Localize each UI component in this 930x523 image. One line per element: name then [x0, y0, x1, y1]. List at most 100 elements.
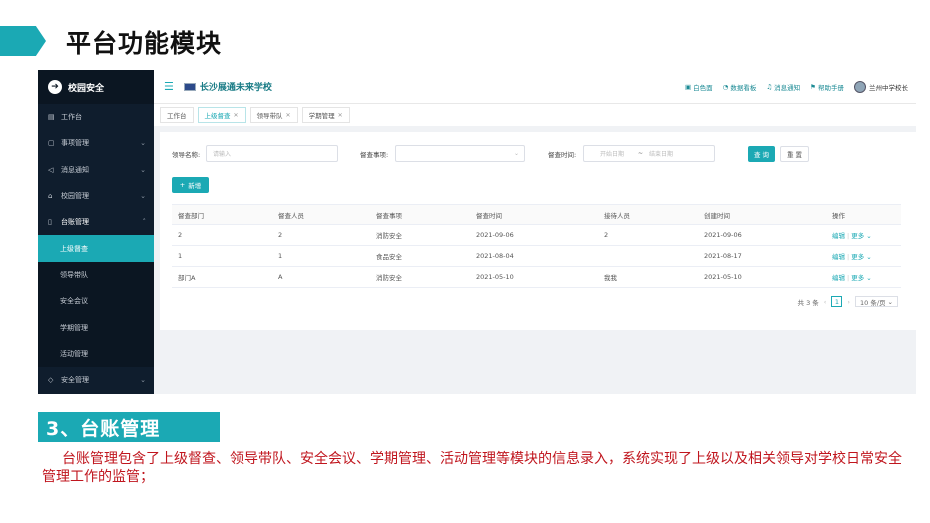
sidebar-item-matters[interactable]: ▢ 事项管理 ⌄	[38, 130, 154, 156]
school-name-text: 长沙展通未来学校	[199, 83, 272, 93]
tab-inspection[interactable]: 上级督查 ✕	[197, 107, 246, 123]
sidebar-item-workbench[interactable]: ▤ 工作台	[38, 104, 154, 130]
table-cell: 部门A	[172, 266, 272, 288]
query-button[interactable]: 查 询	[748, 146, 775, 162]
section-title: 3、台账管理	[38, 412, 220, 442]
table-cell: 2021-08-17	[698, 245, 826, 267]
close-icon[interactable]: ✕	[338, 112, 343, 119]
reset-button[interactable]: 重 置	[780, 146, 809, 162]
table-cell	[598, 245, 698, 267]
pagination: 共 3 条 ‹ 1 › 10 条/页 ⌄	[798, 296, 898, 307]
edit-link[interactable]: 编辑	[832, 253, 845, 261]
table-cell: A	[272, 266, 370, 288]
notify-label: 消息通知	[774, 84, 801, 92]
notify-link[interactable]: ♫ 消息通知	[766, 82, 800, 92]
inspection-table: 督查部门 督查人员 督查事项 督查时间 接待人员 创建时间 操作 2 2 消防安…	[172, 204, 901, 288]
add-button[interactable]: + 新增	[172, 177, 209, 193]
sidebar-item-label: 安全管理	[61, 376, 89, 385]
page-number[interactable]: 1	[831, 296, 843, 307]
content-panel: 领导名称: 请输入 督查事项: ⌄ 督查时间: 开始日期 ~ 结束日期 查 询 …	[160, 132, 916, 330]
close-icon[interactable]: ✕	[286, 112, 291, 119]
chevron-down-icon: ⌄	[887, 297, 893, 306]
chevron-down-icon: ⌄	[864, 232, 872, 240]
table-cell: 2021-08-04	[470, 245, 598, 267]
date-range-picker[interactable]: 开始日期 ~ 结束日期	[583, 145, 715, 162]
edit-link[interactable]: 编辑	[832, 274, 845, 282]
tab-label: 领导带队	[256, 112, 283, 120]
tab-workbench[interactable]: 工作台	[160, 107, 194, 123]
sidebar-subitem-inspection[interactable]: 上级督查	[38, 235, 154, 262]
brand[interactable]: ➔ 校园安全	[38, 70, 154, 104]
sidebar-item-notify[interactable]: ◁ 消息通知 ⌄	[38, 157, 154, 183]
tab-leader[interactable]: 领导带队 ✕	[249, 107, 298, 123]
sidebar-subitem-activity[interactable]: 活动管理	[38, 340, 154, 367]
time-label: 督查时间:	[548, 151, 577, 159]
close-icon[interactable]: ✕	[234, 112, 239, 119]
section-description: 台账管理包含了上级督查、领导带队、安全会议、学期管理、活动管理等模块的信息录入，…	[42, 451, 902, 485]
edit-link[interactable]: 编辑	[832, 232, 845, 240]
whiteboard-link[interactable]: ▣ 白色面	[685, 82, 713, 92]
calendar-icon: ▢	[48, 139, 55, 148]
tab-semester[interactable]: 学期管理 ✕	[301, 107, 350, 123]
leader-input[interactable]: 请输入	[206, 145, 338, 162]
table-cell: 2021-05-10	[698, 266, 826, 288]
sidebar-item-ledger[interactable]: ▯ 台账管理 ˄	[38, 209, 154, 235]
sidebar-item-safety[interactable]: ◇ 安全管理 ⌄	[38, 367, 154, 393]
sidebar-subitem-meeting[interactable]: 安全会议	[38, 288, 154, 315]
col-header: 操作	[826, 204, 901, 225]
table-cell: 消防安全	[370, 224, 470, 246]
range-separator: ~	[638, 150, 644, 157]
table-cell: 1	[172, 245, 272, 267]
item-label: 督查事项:	[360, 151, 389, 159]
sidebar-item-label: 事项管理	[61, 139, 89, 148]
megaphone-icon: ◁	[48, 165, 54, 174]
dashboard-label: 数据看板	[730, 84, 757, 92]
divider: |	[847, 232, 850, 240]
app-screenshot: ➔ 校园安全 ▤ 工作台 ▢ 事项管理 ⌄ ◁ 消息通知 ⌄ ⌂ 校园管理 ⌄	[38, 70, 916, 394]
table-cell: 消防安全	[370, 266, 470, 288]
dashboard-icon: ◔	[722, 83, 729, 91]
table-cell: 食品安全	[370, 245, 470, 267]
user-menu[interactable]: 兰州中学校长	[854, 81, 908, 93]
total-count: 共 3 条	[797, 298, 819, 307]
item-select[interactable]: ⌄	[395, 145, 525, 162]
col-header: 督查人员	[272, 204, 370, 225]
table-cell: 2	[272, 224, 370, 246]
chevron-down-icon: ⌄	[864, 274, 872, 282]
table-cell: 2021-09-06	[698, 224, 826, 246]
slide: 平台功能模块 ➔ 校园安全 ▤ 工作台 ▢ 事项管理 ⌄ ◁ 消息通知 ⌄ ⌂ …	[0, 0, 930, 523]
more-link[interactable]: 更多	[851, 274, 864, 282]
menu-toggle-icon[interactable]: ☰	[164, 80, 174, 93]
top-bar: ☰ 长沙展通未来学校 ▣ 白色面 ◔ 数据看板 ♫ 消息通知 ⚑ 帮助手册 兰州中学校长	[154, 70, 916, 104]
chevron-down-icon: ⌄	[864, 253, 872, 261]
user-name: 兰州中学校长	[869, 84, 908, 92]
more-link[interactable]: 更多	[851, 232, 864, 240]
document-icon: ▯	[48, 218, 52, 227]
col-header: 督查时间	[470, 204, 598, 225]
chevron-down-icon: ⌄	[140, 192, 146, 201]
sidebar-item-label: 工作台	[61, 113, 82, 122]
table-cell-actions: 编辑 | 更多 ⌄	[826, 266, 901, 288]
filter-bar: 领导名称: 请输入 督查事项: ⌄ 督查时间: 开始日期 ~ 结束日期 查 询 …	[172, 145, 902, 163]
sidebar-subitem-semester[interactable]: 学期管理	[38, 314, 154, 341]
bell-icon: ♫	[766, 83, 773, 91]
prev-page-icon[interactable]: ‹	[824, 298, 827, 306]
tab-label: 上级督查	[204, 112, 231, 120]
sidebar-item-campus[interactable]: ⌂ 校园管理 ⌄	[38, 183, 154, 209]
header-arrow-shape	[0, 26, 46, 56]
page-size-select[interactable]: 10 条/页 ⌄	[855, 296, 898, 307]
help-link[interactable]: ⚑ 帮助手册	[810, 82, 844, 92]
table-header-row: 督查部门 督查人员 督查事项 督查时间 接待人员 创建时间 操作	[172, 204, 901, 225]
sidebar-subitem-leader[interactable]: 领导带队	[38, 261, 154, 289]
table-cell: 2	[598, 224, 698, 246]
tab-label: 学期管理	[308, 112, 335, 120]
sidebar-item-label: 消息通知	[61, 165, 89, 174]
home-icon: ⌂	[48, 192, 53, 201]
divider: |	[847, 253, 850, 261]
table-row: 部门A A 消防安全 2021-05-10 我我 2021-05-10 编辑 | 更…	[172, 266, 901, 288]
table-row: 2 2 消防安全 2021-09-06 2 2021-09-06 编辑 | 更多 ⌄	[172, 224, 901, 246]
dashboard-link[interactable]: ◔ 数据看板	[723, 82, 757, 92]
more-link[interactable]: 更多	[851, 253, 864, 261]
table-cell: 1	[272, 245, 370, 267]
next-page-icon[interactable]: ›	[847, 298, 850, 306]
